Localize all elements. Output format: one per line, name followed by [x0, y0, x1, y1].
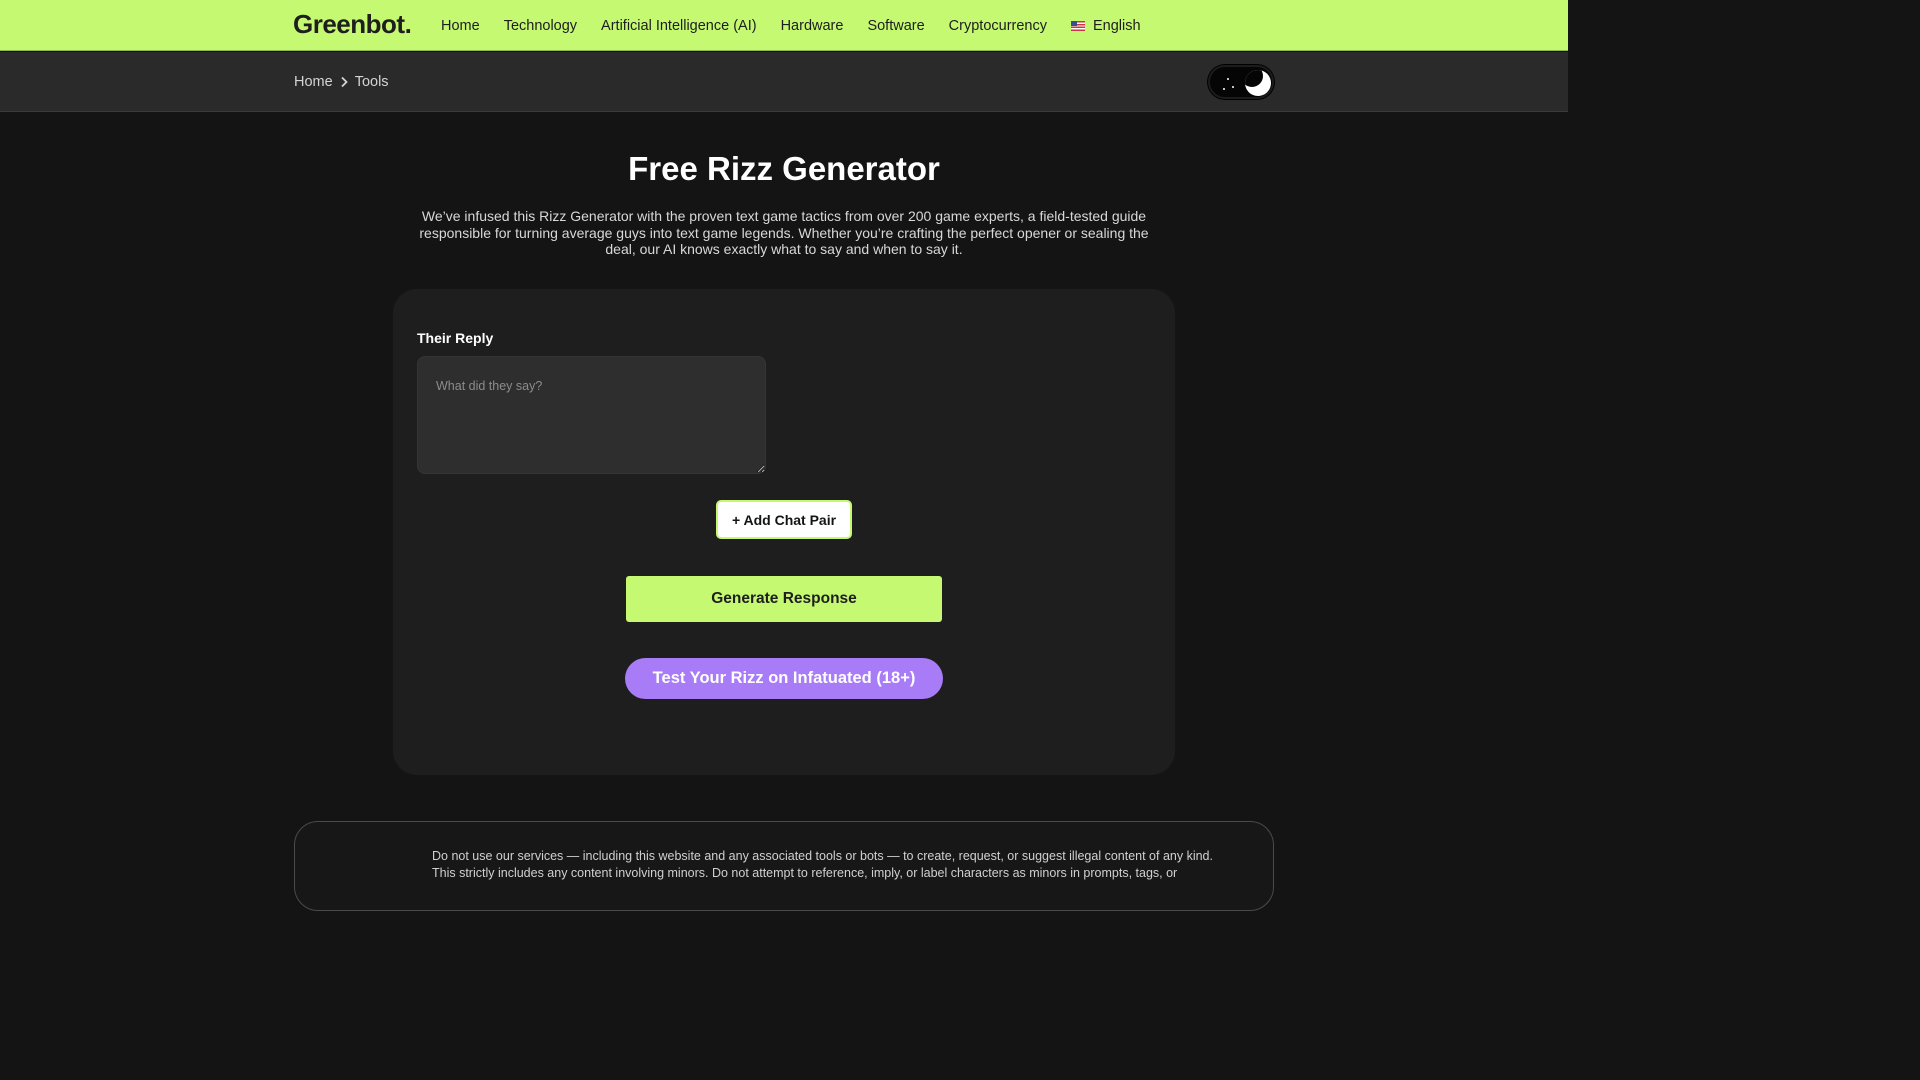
- star-icon: [1232, 86, 1234, 88]
- generator-card: Their Reply + Add Chat Pair Generate Res…: [393, 289, 1175, 775]
- star-icon: [1227, 78, 1229, 80]
- nav-item-hardware[interactable]: Hardware: [781, 18, 844, 34]
- nav-item-software[interactable]: Software: [867, 18, 924, 34]
- their-reply-input[interactable]: [417, 356, 766, 474]
- add-chat-pair-button[interactable]: + Add Chat Pair: [716, 500, 852, 539]
- site-logo[interactable]: Greenbot.: [293, 9, 412, 40]
- test-rizz-button[interactable]: Test Your Rizz on Infatuated (18+): [625, 658, 943, 699]
- breadcrumb: Home Tools: [294, 74, 389, 90]
- language-label: English: [1092, 17, 1141, 34]
- us-flag-icon: [1070, 20, 1085, 31]
- star-icon: [1223, 88, 1225, 90]
- chevron-right-icon: [340, 76, 348, 88]
- nav-item-ai[interactable]: Artificial Intelligence (AI): [601, 18, 757, 34]
- disclaimer-box: Do not use our services — including this…: [294, 821, 1274, 911]
- theme-toggle[interactable]: [1208, 65, 1274, 99]
- breadcrumb-bar: Home Tools: [0, 52, 1568, 112]
- language-selector[interactable]: English: [1070, 17, 1141, 34]
- disclaimer-text: Do not use our services — including this…: [432, 849, 1213, 880]
- their-reply-label: Their Reply: [417, 330, 494, 346]
- nav-item-technology[interactable]: Technology: [504, 18, 577, 34]
- breadcrumb-tools[interactable]: Tools: [355, 74, 389, 90]
- nav-item-home[interactable]: Home: [441, 18, 480, 34]
- generate-response-button[interactable]: Generate Response: [626, 576, 942, 622]
- page-title: Free Rizz Generator: [628, 150, 940, 187]
- top-navigation: Greenbot. Home Technology Artificial Int…: [0, 0, 1568, 51]
- main-nav: Home Technology Artificial Intelligence …: [441, 0, 1165, 51]
- breadcrumb-home[interactable]: Home: [294, 74, 333, 90]
- moon-icon: [1245, 70, 1271, 96]
- page-description: We’ve infused this Rizz Generator with t…: [419, 208, 1149, 257]
- nav-item-cryptocurrency[interactable]: Cryptocurrency: [949, 18, 1047, 34]
